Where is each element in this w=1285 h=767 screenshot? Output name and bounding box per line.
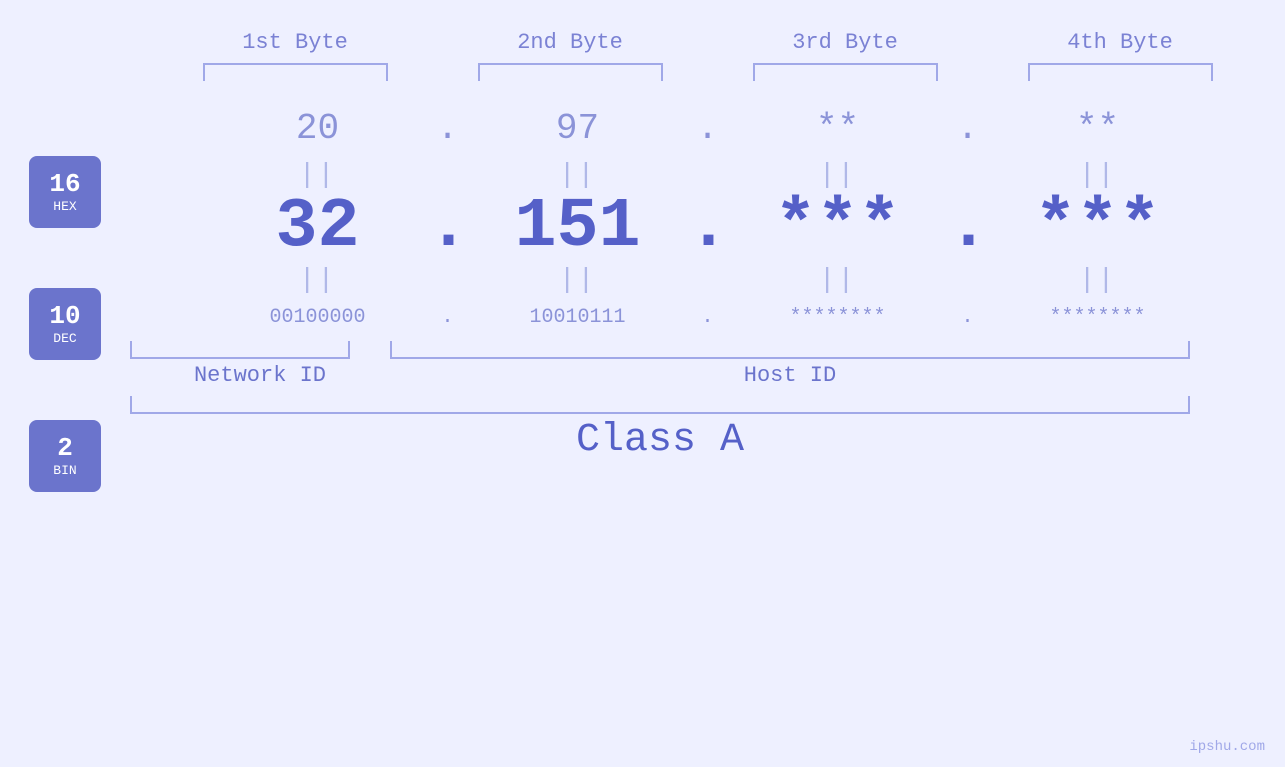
class-bracket (130, 396, 1190, 414)
hex-dot-2: . (688, 99, 728, 158)
class-bracket-row (130, 396, 1190, 414)
hex-b3: ** (728, 99, 948, 158)
badge-bin-label: BIN (53, 463, 76, 478)
dec-b4: *** (988, 193, 1208, 263)
class-label: Class A (130, 418, 1190, 463)
byte-headers-row: 1st Byte 2nd Byte 3rd Byte 4th Byte (158, 0, 1258, 55)
id-labels-row: Network ID Host ID (130, 363, 1190, 388)
dec-b2: 151 (468, 193, 688, 263)
eq2-1: || (208, 265, 428, 296)
eq-4: || (988, 160, 1208, 191)
dec-b3: *** (728, 193, 948, 263)
byte-header-4: 4th Byte (1010, 30, 1230, 55)
hex-b2: 97 (468, 99, 688, 158)
badge-bin-number: 2 (57, 434, 73, 463)
dec-dot-3: . (948, 193, 988, 263)
bin-b4: ******** (988, 298, 1208, 337)
badge-dec-label: DEC (53, 331, 76, 346)
badge-hex-number: 16 (49, 170, 80, 199)
eq2-4: || (988, 265, 1208, 296)
bin-dot-2: . (688, 298, 728, 337)
net-id-bracket (130, 341, 350, 359)
bin-dot-1: . (428, 298, 468, 337)
eq2-3: || (728, 265, 948, 296)
badge-hex: 16 HEX (29, 156, 101, 228)
top-bracket-row (158, 63, 1258, 81)
top-bracket-4 (1028, 63, 1213, 81)
content-area: 16 HEX 10 DEC 2 BIN 20 . 97 (0, 81, 1285, 767)
bin-data-row: 00100000 . 10010111 . ******** . *******… (130, 298, 1285, 337)
bin-b1: 00100000 (208, 298, 428, 337)
eq-3: || (728, 160, 948, 191)
top-bracket-1 (203, 63, 388, 81)
byte-header-2: 2nd Byte (460, 30, 680, 55)
main-container: 1st Byte 2nd Byte 3rd Byte 4th Byte 16 H… (0, 0, 1285, 767)
watermark: ipshu.com (1189, 739, 1265, 755)
byte-header-1: 1st Byte (185, 30, 405, 55)
top-bracket-2 (478, 63, 663, 81)
badges-column: 16 HEX 10 DEC 2 BIN (0, 81, 130, 767)
bin-dot-3: . (948, 298, 988, 337)
byte-header-3: 3rd Byte (735, 30, 955, 55)
eq-1: || (208, 160, 428, 191)
badge-dec-number: 10 (49, 302, 80, 331)
host-id-bracket (390, 341, 1190, 359)
eq-2: || (468, 160, 688, 191)
network-id-label: Network ID (130, 363, 390, 388)
dec-dot-1: . (428, 193, 468, 263)
dec-dot-2: . (688, 193, 728, 263)
eq2-2: || (468, 265, 688, 296)
badge-hex-label: HEX (53, 199, 76, 214)
bin-b3: ******** (728, 298, 948, 337)
hex-data-row: 20 . 97 . ** . ** (130, 99, 1285, 158)
equals-row-2: || || || || (130, 265, 1285, 296)
hex-dot-3: . (948, 99, 988, 158)
badge-bin: 2 BIN (29, 420, 101, 492)
host-id-label: Host ID (390, 363, 1190, 388)
bottom-bracket-row (130, 341, 1190, 359)
dec-b1: 32 (208, 193, 428, 263)
hex-dot-1: . (428, 99, 468, 158)
hex-b1: 20 (208, 99, 428, 158)
bin-b2: 10010111 (468, 298, 688, 337)
data-grid: 20 . 97 . ** . ** || || || || 32 (130, 81, 1285, 767)
equals-row-1: || || || || (130, 160, 1285, 191)
top-bracket-3 (753, 63, 938, 81)
dec-data-row: 32 . 151 . *** . *** (130, 193, 1285, 263)
badge-dec: 10 DEC (29, 288, 101, 360)
hex-b4: ** (988, 99, 1208, 158)
